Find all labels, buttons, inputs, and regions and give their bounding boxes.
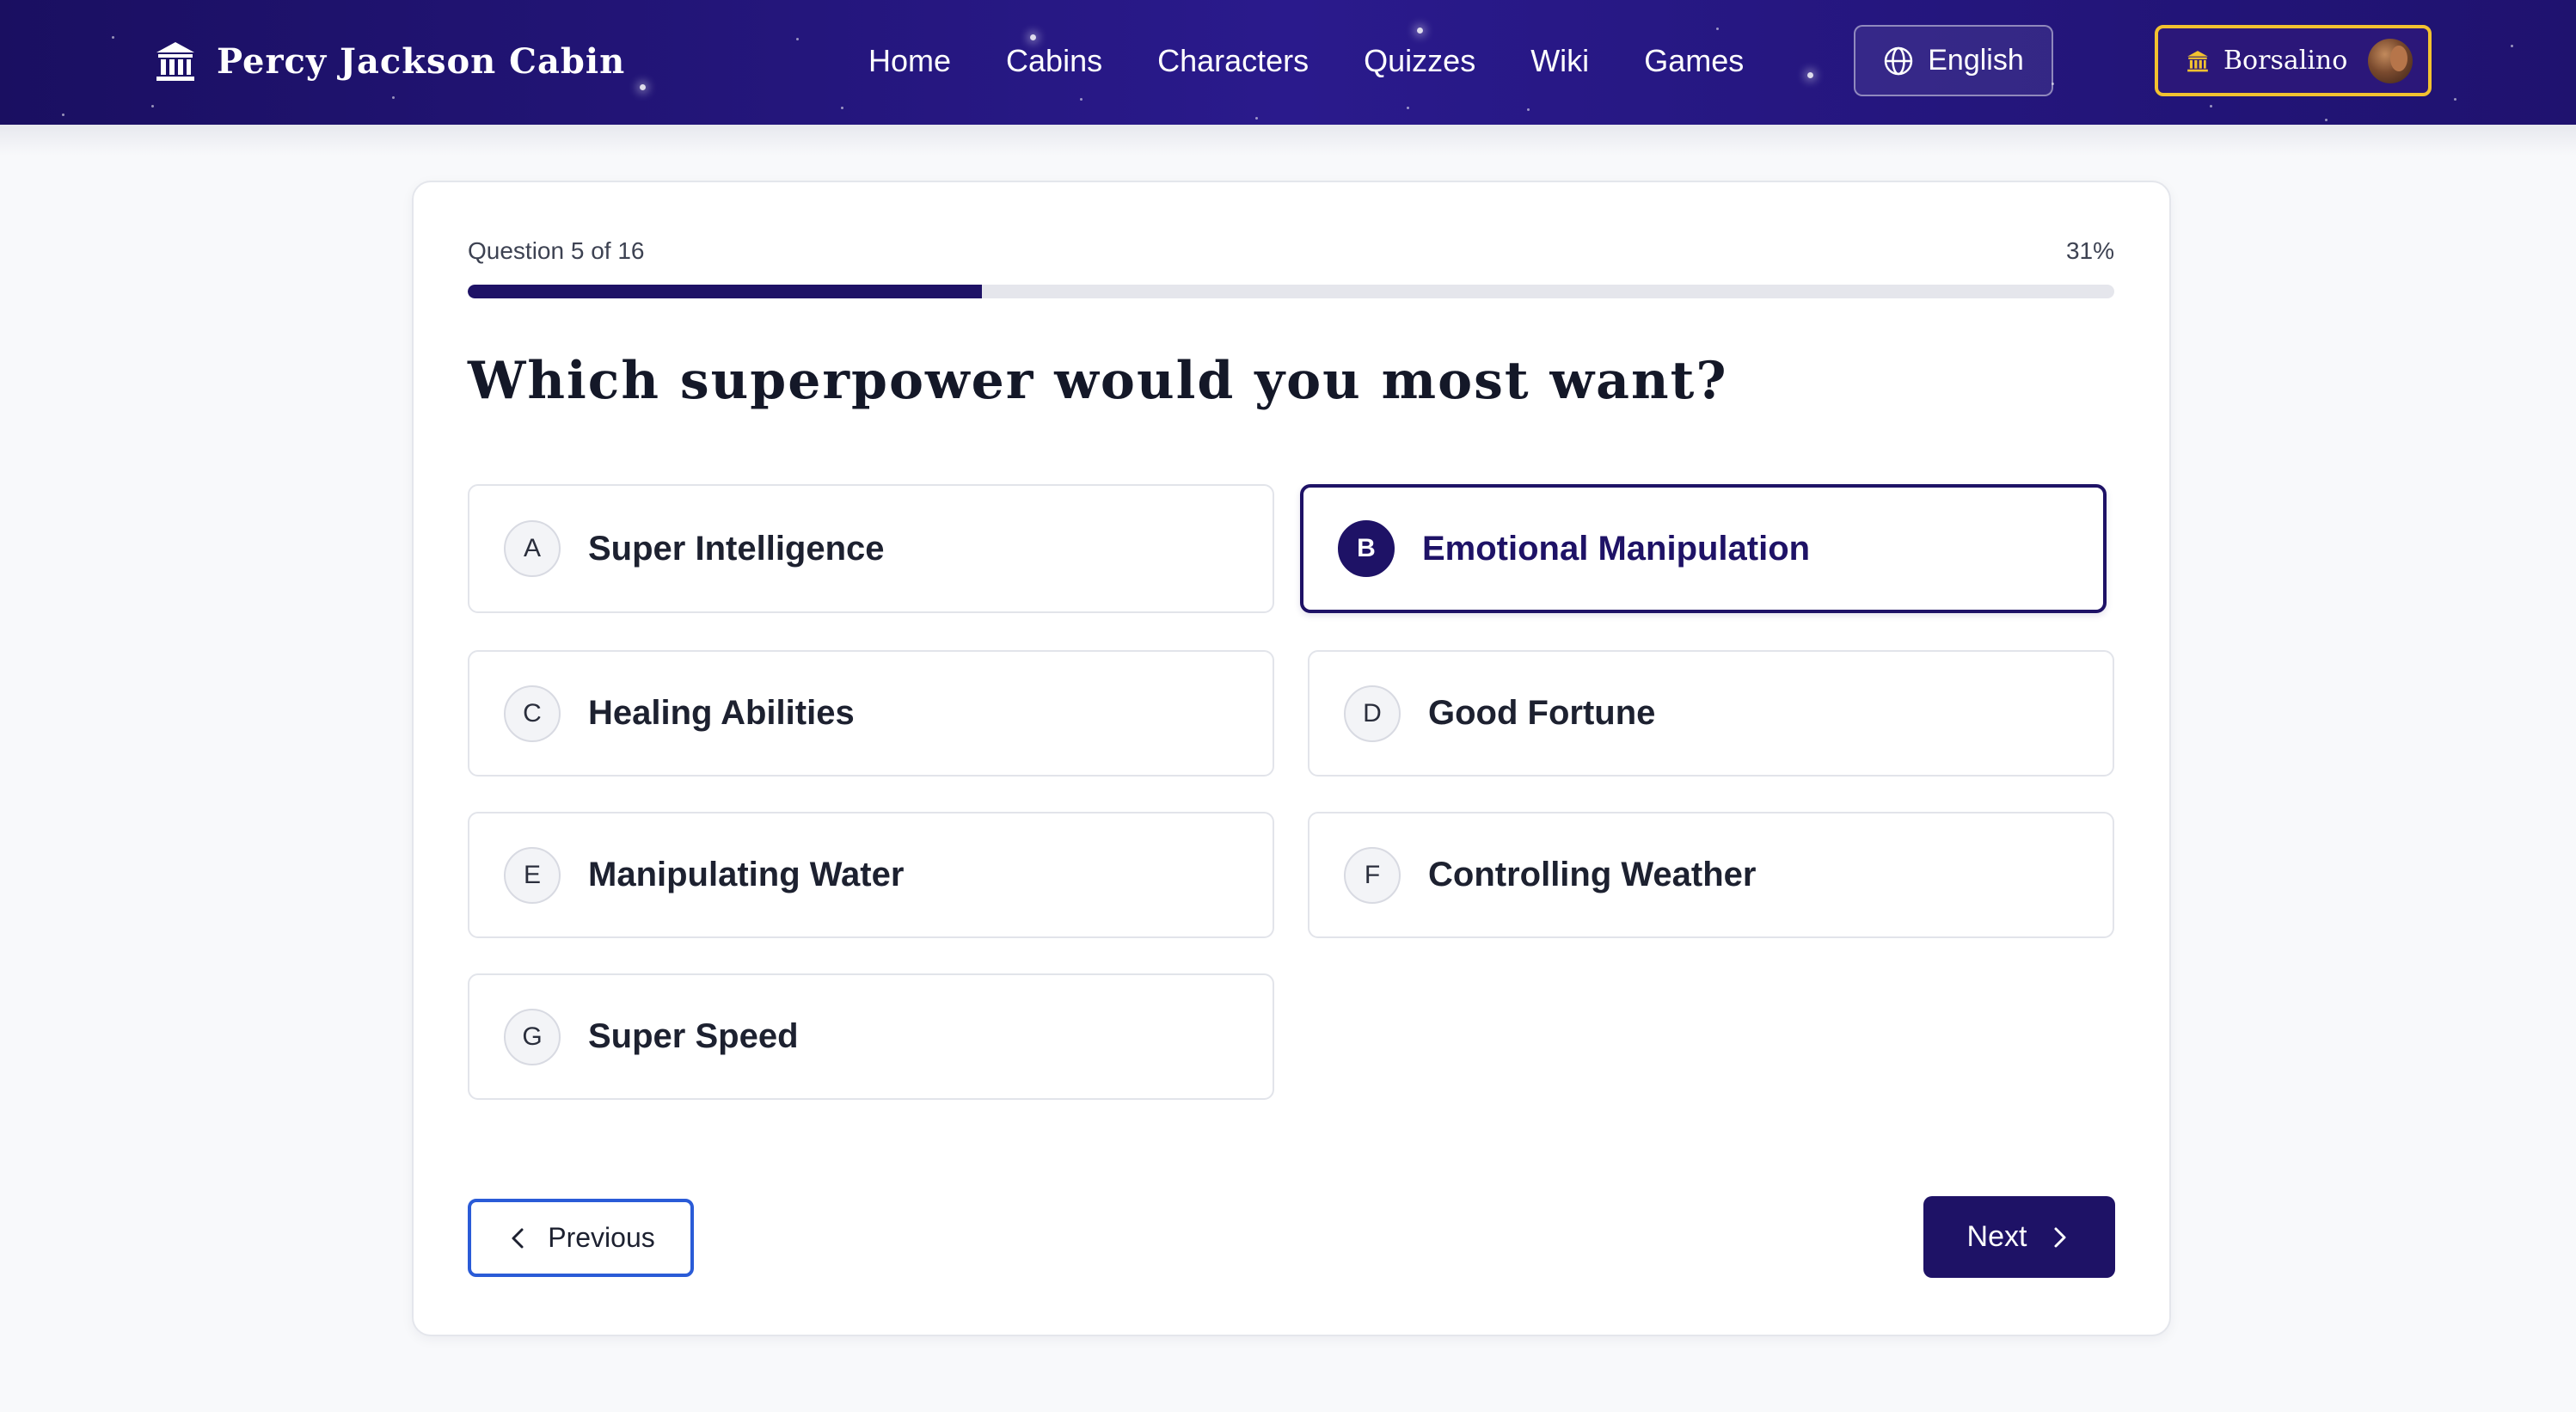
nav-quizzes[interactable]: Quizzes [1364, 43, 1475, 79]
avatar [2368, 38, 2413, 83]
next-label: Next [1966, 1220, 2027, 1253]
brand-name: Percy Jackson Cabin [217, 40, 626, 82]
user-name: Borsalino [2223, 46, 2348, 76]
nav-home[interactable]: Home [868, 43, 951, 79]
previous-label: Previous [548, 1222, 655, 1253]
option-label: Emotional Manipulation [1422, 529, 1811, 568]
top-navbar: Percy Jackson Cabin Home Cabins Characte… [0, 0, 2576, 125]
option-label: Healing Abilities [588, 694, 855, 732]
nav-games[interactable]: Games [1644, 43, 1744, 79]
option-f[interactable]: F Controlling Weather [1308, 812, 2114, 938]
option-c[interactable]: C Healing Abilities [468, 650, 1274, 777]
option-label: Controlling Weather [1428, 856, 1757, 893]
question-title: Which superpower would you most want? [468, 351, 1728, 411]
option-letter: C [504, 685, 561, 742]
header-shadow [0, 125, 2576, 156]
option-letter: E [504, 846, 561, 904]
option-letter: G [504, 1008, 561, 1065]
option-d[interactable]: D Good Fortune [1308, 650, 2114, 777]
option-label: Good Fortune [1428, 694, 1656, 732]
brand-logo[interactable]: Percy Jackson Cabin [153, 34, 625, 88]
question-counter: Question 5 of 16 [468, 237, 645, 264]
option-label: Super Intelligence [588, 529, 885, 568]
main-nav: Home Cabins Characters Quizzes Wiki Game… [868, 34, 1799, 88]
nav-characters[interactable]: Characters [1157, 43, 1309, 79]
chevron-right-icon [2054, 1227, 2066, 1247]
progress-bar [468, 285, 2114, 298]
temple-icon [2187, 50, 2208, 71]
progress-bar-fill [468, 285, 983, 298]
option-g[interactable]: G Super Speed [468, 973, 1274, 1100]
option-letter: A [504, 520, 561, 577]
nav-cabins[interactable]: Cabins [1006, 43, 1102, 79]
option-label: Manipulating Water [588, 856, 905, 893]
option-letter: B [1338, 520, 1395, 577]
temple-icon [156, 42, 194, 81]
language-button[interactable]: English [1854, 25, 2053, 96]
chevron-left-icon [512, 1228, 524, 1248]
option-letter: D [1344, 685, 1401, 742]
option-a[interactable]: A Super Intelligence [468, 484, 1274, 613]
option-label: Super Speed [588, 1017, 799, 1055]
option-b[interactable]: B Emotional Manipulation [1300, 484, 2107, 613]
option-letter: F [1344, 846, 1401, 904]
user-menu-button[interactable]: Borsalino [2155, 25, 2432, 96]
globe-icon [1884, 46, 1913, 75]
previous-button[interactable]: Previous [468, 1199, 694, 1277]
progress-percent: 31% [2065, 237, 2114, 264]
next-button[interactable]: Next [1923, 1196, 2115, 1278]
option-e[interactable]: E Manipulating Water [468, 812, 1274, 938]
nav-wiki[interactable]: Wiki [1530, 43, 1589, 79]
language-label: English [1928, 44, 2024, 77]
